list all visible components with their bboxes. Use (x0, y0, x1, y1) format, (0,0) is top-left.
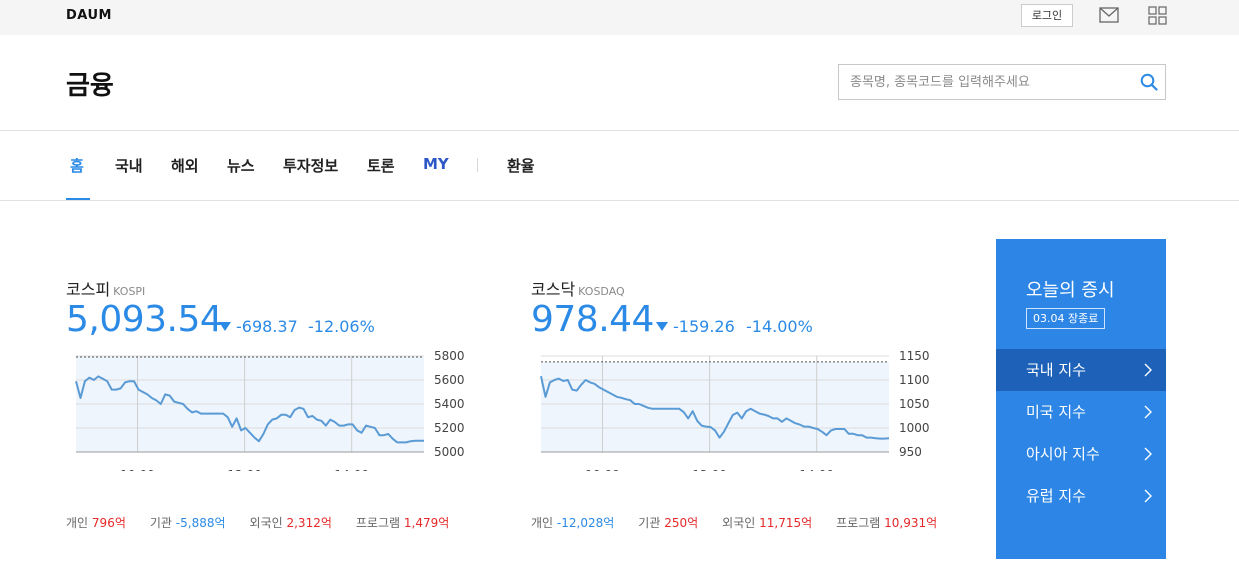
side-item-label: 유럽 지수 (1026, 487, 1086, 505)
chevron-right-icon (1144, 363, 1152, 377)
y-tick-label: 1100 (899, 373, 930, 387)
y-tick-label: 5600 (434, 373, 465, 387)
trade-program: 프로그램 10,931억 (836, 516, 938, 530)
investor-trades: 개인 -12,028억 기관 250억 외국인 11,715억 프로그램 10,931… (531, 514, 961, 531)
trade-individual: 개인 -12,028억 (531, 516, 615, 530)
trade-foreign: 외국인 2,312억 (249, 516, 332, 530)
y-tick-label: 5200 (434, 421, 465, 435)
market-panel-kosdaq[interactable]: 코스닥 KOSDAQ 978.44 -159.26 -14.00% 1150 110… (531, 276, 951, 530)
y-tick-label: 5800 (434, 351, 465, 363)
y-tick-label: 5400 (434, 397, 465, 411)
chevron-right-icon (1144, 405, 1152, 419)
x-tick-label: 12:00 (227, 468, 262, 471)
side-item-label: 국내 지수 (1026, 361, 1086, 379)
y-tick-label: 1150 (899, 351, 930, 363)
market-panel-kospi[interactable]: 코스피 KOSPI 5,093.54 -698.37 -12.06% 5800 56… (66, 276, 486, 530)
trade-institution: 기관 250억 (638, 516, 699, 530)
change-amount: -159.26 (673, 317, 735, 336)
x-tick-label: 10:00 (585, 468, 620, 471)
nav-overseas[interactable]: 해외 (171, 155, 199, 176)
market-name-kr: 코스닥 (531, 280, 576, 299)
page-header: 금융 (0, 35, 1239, 131)
market-close-badge: 03.04 장종료 (1026, 308, 1106, 329)
y-tick-label: 950 (899, 445, 922, 459)
nav-discussion[interactable]: 토론 (367, 155, 395, 176)
nav-active-indicator (66, 198, 90, 200)
market-change-percent: -12.06% (308, 317, 375, 336)
todays-market-panel: 오늘의 증시 03.04 장종료 국내 지수 미국 지수 아시아 지수 유럽 지… (996, 239, 1166, 559)
page-title: 금융 (66, 71, 114, 101)
market-change: -698.37 (219, 317, 298, 336)
market-name: 코스피 KOSPI (66, 276, 486, 300)
y-tick-label: 1050 (899, 397, 930, 411)
down-triangle-icon (219, 322, 231, 331)
nav-domestic[interactable]: 국내 (115, 155, 143, 176)
x-tick-label: 14:00 (334, 468, 369, 471)
mail-icon[interactable] (1099, 7, 1119, 23)
nav-home[interactable]: 홈 (70, 155, 84, 176)
main-nav: 홈 국내 해외 뉴스 투자정보 토론 MY 환율 (0, 131, 1239, 201)
market-name-en: KOSPI (113, 285, 146, 298)
market-change-percent: -14.00% (746, 317, 813, 336)
side-item-label: 미국 지수 (1026, 403, 1086, 421)
side-item-europe-index[interactable]: 유럽 지수 (996, 475, 1166, 517)
chevron-right-icon (1144, 489, 1152, 503)
market-index-value: 978.44 (531, 299, 654, 340)
market-index-value: 5,093.54 (66, 299, 223, 340)
nav-news[interactable]: 뉴스 (227, 155, 255, 176)
chevron-right-icon (1144, 447, 1152, 461)
nav-investment-info[interactable]: 투자정보 (283, 155, 338, 176)
side-title: 오늘의 증시 (1026, 280, 1115, 301)
kospi-intraday-chart[interactable]: 5800 5600 5400 5200 5000 10:00 12:00 14:00 (66, 351, 486, 471)
change-amount: -698.37 (236, 317, 298, 336)
nav-my[interactable]: MY (423, 155, 449, 173)
nav-divider (477, 158, 478, 172)
market-name: 코스닥 KOSDAQ (531, 276, 951, 300)
side-item-asia-index[interactable]: 아시아 지수 (996, 433, 1166, 475)
x-tick-label: 10:00 (120, 468, 155, 471)
investor-trades: 개인 796억 기관 -5,888억 외국인 2,312억 프로그램 1,479억 (66, 514, 473, 531)
side-item-domestic-index[interactable]: 국내 지수 (996, 349, 1166, 391)
login-button[interactable]: 로그인 (1021, 4, 1073, 27)
search-box (838, 64, 1166, 100)
side-item-label: 아시아 지수 (1026, 445, 1100, 463)
apps-grid-icon[interactable] (1148, 6, 1167, 25)
top-bar: DAUM 로그인 (0, 0, 1239, 35)
x-tick-label: 12:00 (692, 468, 727, 471)
market-name-kr: 코스피 (66, 280, 111, 299)
market-change: -159.26 (656, 317, 735, 336)
market-name-en: KOSDAQ (578, 285, 625, 298)
y-tick-label: 1000 (899, 421, 930, 435)
daum-logo[interactable]: DAUM (66, 8, 112, 23)
trade-program: 프로그램 1,479억 (355, 516, 450, 530)
trade-institution: 기관 -5,888억 (149, 516, 226, 530)
x-tick-label: 14:00 (799, 468, 834, 471)
search-icon[interactable] (1140, 73, 1158, 91)
search-input[interactable] (839, 65, 1129, 99)
trade-foreign: 외국인 11,715억 (722, 516, 813, 530)
kosdaq-intraday-chart[interactable]: 1150 1100 1050 1000 950 10:00 12:00 14:00 (531, 351, 951, 471)
y-tick-label: 5000 (434, 445, 465, 459)
nav-exchange-rate[interactable]: 환율 (507, 155, 535, 176)
side-item-us-index[interactable]: 미국 지수 (996, 391, 1166, 433)
chart-area-fill (541, 361, 889, 452)
down-triangle-icon (656, 322, 668, 331)
trade-individual: 개인 796억 (66, 516, 126, 530)
